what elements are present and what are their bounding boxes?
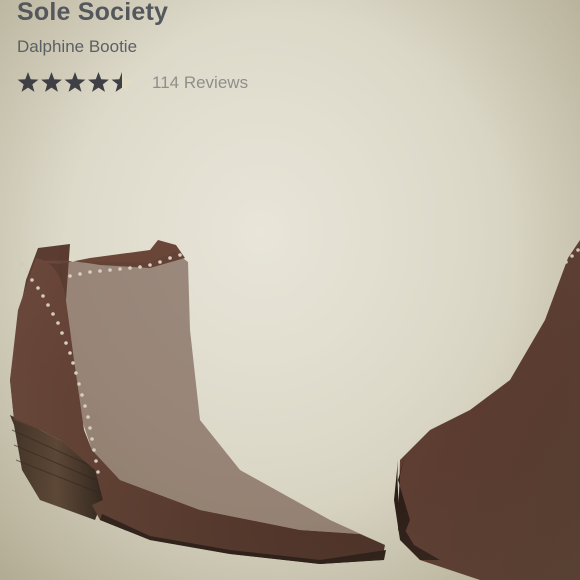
star-icon-filled xyxy=(41,72,62,92)
star-rating xyxy=(17,72,133,92)
brand-name[interactable]: Sole Society xyxy=(17,0,317,27)
product-title: Dalphine Bootie xyxy=(17,37,138,56)
reviews-link[interactable]: 114 Reviews xyxy=(152,73,248,93)
boot-body-right xyxy=(398,240,580,580)
left-boot xyxy=(10,240,386,564)
rating-row[interactable]: 114 Reviews xyxy=(17,70,317,96)
star-icon-filled xyxy=(64,72,86,92)
star-icon-filled xyxy=(88,72,109,92)
right-boot xyxy=(394,240,580,580)
star-icon-filled xyxy=(17,72,39,92)
